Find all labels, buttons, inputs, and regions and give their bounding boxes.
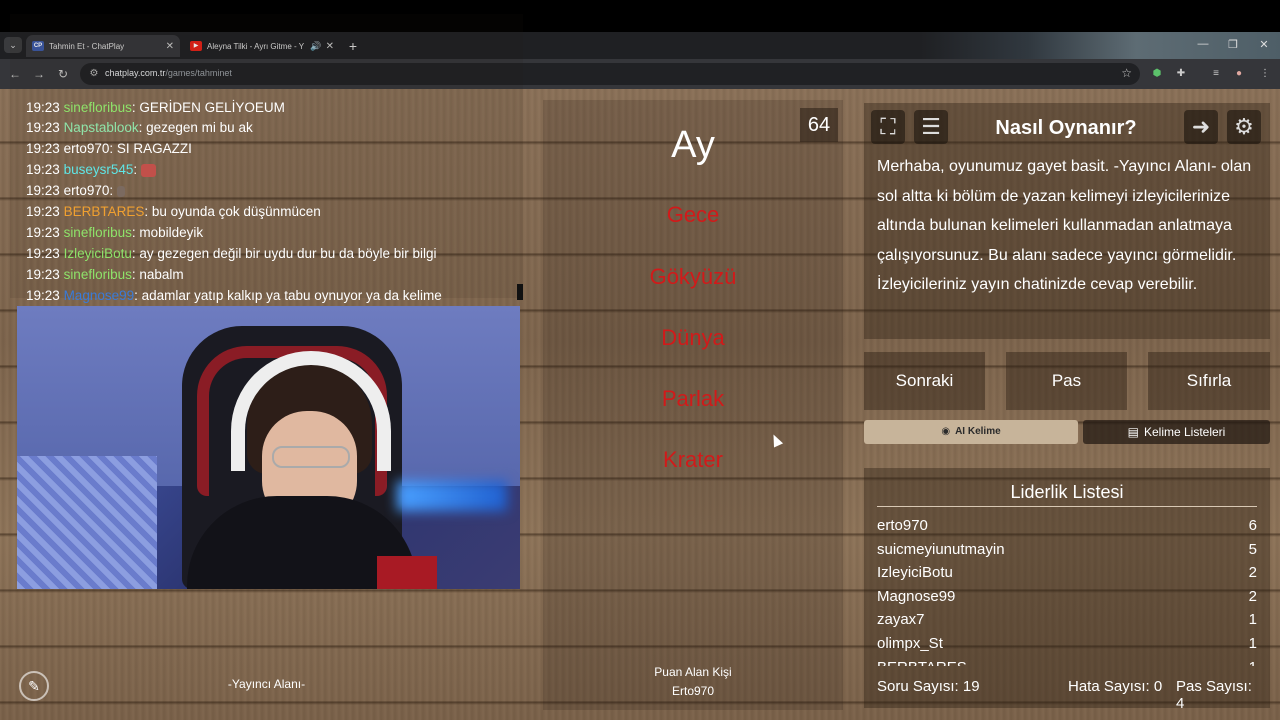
chat-text: : ay gezegen değil bir uydu dur bu da bö… (131, 246, 437, 261)
chat-message: 19:23 buseysr545: (26, 160, 157, 180)
pass-count: Pas Sayısı: 4 (1176, 678, 1252, 712)
leaderboard-row: Magnose99 2 (877, 587, 1257, 605)
chat-time: 19:23 (26, 120, 60, 135)
chat-message: 19:23 sinefloribus: GERİDEN GELİYOEUM (26, 98, 285, 118)
chat-time: 19:23 (26, 100, 60, 115)
menu-kebab-icon[interactable]: ⋮ (1258, 67, 1272, 81)
settings-gear-icon[interactable]: ⚙ (1227, 110, 1261, 144)
chat-message: 19:23 Magnose99: adamlar yatıp kalkıp ya… (26, 286, 442, 306)
red-accent (377, 556, 437, 589)
chat-message: 19:23 BERBTARES: bu oyunda çok düşünmüce… (26, 202, 321, 222)
chat-text: : bu oyunda çok düşünmücen (144, 204, 321, 219)
chat-text: : (109, 183, 114, 198)
leaderboard-row: erto970 6 (877, 517, 1257, 534)
chat-time: 19:23 (26, 225, 60, 240)
next-button[interactable]: Sonraki (864, 352, 985, 410)
how-to-play-title: Nasıl Oynanır? (995, 117, 1137, 139)
leaderboard-row: suicmeyiunutmayin 5 (877, 540, 1257, 558)
chat-time: 19:23 (26, 288, 60, 303)
chat-username[interactable]: buseysr545 (64, 162, 134, 177)
chat-text: : gezegen mi bu ak (138, 120, 253, 135)
leaderboard-list[interactable]: erto970 6 suicmeyiunutmayin 5 IzleyiciBotu… (877, 514, 1257, 666)
blue-light (397, 481, 507, 511)
chat-text: : (133, 162, 138, 177)
chat-username[interactable]: sinefloribus (64, 100, 132, 115)
word-lists-button[interactable]: ▤ Kelime Listeleri (1083, 420, 1270, 444)
scorer-label: Puan Alan Kişi (654, 665, 732, 679)
emote-icon (141, 163, 157, 177)
leaderboard-row: IzleyiciBotu 2 (877, 564, 1257, 582)
target-word: Ay (671, 124, 715, 166)
chat-text: : GERİDEN GELİYOEUM (131, 100, 285, 115)
chat-message: 19:23 erto970: SI RAGAZZI (26, 139, 192, 159)
error-count: Hata Sayısı: 0 (1068, 678, 1163, 695)
leaderboard-title: Liderlik Listesi (1010, 482, 1124, 502)
cam-bed (17, 456, 157, 589)
extension-shield-icon[interactable]: ⬢ (1150, 67, 1164, 81)
pass-button[interactable]: Pas (1006, 352, 1127, 410)
scorer-name: Erto970 (671, 684, 715, 698)
chat-scrollbar[interactable] (517, 284, 523, 300)
chat-username[interactable]: IzleyiciBotu (64, 246, 132, 261)
chat-username[interactable]: erto970 (64, 183, 110, 198)
leaderboard-divider (877, 506, 1257, 507)
chat-time: 19:23 (26, 267, 60, 282)
profile-avatar-icon[interactable]: ● (1232, 67, 1246, 81)
chat-username[interactable]: sinefloribus (64, 267, 132, 282)
chat-username[interactable]: erto970 (64, 141, 110, 156)
chat-username[interactable]: Magnose99 (64, 288, 135, 303)
chat-time: 19:23 (26, 162, 60, 177)
ai-word-label: AI Kelime (955, 426, 1001, 437)
streamer-area-label: -Yayıncı Alanı- (227, 677, 306, 691)
taboo-word: Gökyüzü (649, 264, 737, 289)
chat-time: 19:23 (26, 141, 60, 156)
minimize-icon[interactable]: — (1188, 38, 1218, 50)
taboo-word: Parlak (661, 386, 725, 411)
chat-text: : SI RAGAZZI (109, 141, 192, 156)
media-control-icon[interactable]: ≡ (1209, 67, 1223, 81)
extensions-puzzle-icon[interactable]: ✚ (1174, 67, 1188, 81)
leaderboard-row: olimpx_St 1 (877, 634, 1257, 652)
chat-message: 19:23 sinefloribus: mobildeyik (26, 223, 203, 243)
close-window-icon[interactable]: ✕ (1249, 38, 1279, 51)
fullscreen-icon[interactable]: ⛶ (871, 110, 905, 144)
chat-username[interactable]: BERBTARES (64, 204, 145, 219)
leaderboard-row: zayax7 1 (877, 611, 1257, 629)
document-icon[interactable]: ☰ (914, 110, 948, 144)
chat-time: 19:23 (26, 183, 60, 198)
emote-icon (117, 185, 126, 197)
chat-time: 19:23 (26, 246, 60, 261)
chat-text: : mobildeyik (131, 225, 204, 240)
chat-username[interactable]: Napstablook (64, 120, 139, 135)
how-to-play-text: Merhaba, oyunumuz gayet basit. -Yayıncı … (877, 158, 1252, 293)
ai-word-button[interactable]: ◉ AI Kelime (864, 420, 1078, 444)
list-icon: ▤ (1127, 425, 1139, 439)
taboo-word: Gece (666, 202, 720, 227)
maximize-icon[interactable]: ❐ (1218, 38, 1248, 51)
reset-button[interactable]: Sıfırla (1148, 352, 1270, 410)
robot-icon: ◉ (941, 426, 951, 437)
chat-message: 19:23 Napstablook: gezegen mi bu ak (26, 118, 253, 138)
taboo-word: Dünya (661, 325, 725, 350)
game-stats: Soru Sayısı: 19 Hata Sayısı: 0 Pas Sayıs… (877, 678, 1257, 712)
question-count: Soru Sayısı: 19 (877, 678, 980, 695)
webcam-feed (17, 306, 520, 589)
logout-icon[interactable]: ➜ (1184, 110, 1218, 144)
chat-text: : nabalm (131, 267, 184, 282)
taboo-word: Krater (663, 447, 723, 472)
chat-message: 19:23 IzleyiciBotu: ay gezegen değil bir… (26, 244, 437, 264)
leaderboard-row: BERBTARES1 (877, 656, 1257, 666)
chat-username[interactable]: sinefloribus (64, 225, 132, 240)
word-lists-label: Kelime Listeleri (1143, 425, 1226, 439)
chat-time: 19:23 (26, 204, 60, 219)
chat-message: 19:23 erto970: (26, 181, 126, 201)
chat-text: : adamlar yatıp kalkıp ya tabu oynuyor y… (134, 288, 442, 303)
bookmark-star-icon[interactable]: ☆ (1121, 66, 1132, 80)
chat-message: 19:23 sinefloribus: nabalm (26, 265, 184, 285)
